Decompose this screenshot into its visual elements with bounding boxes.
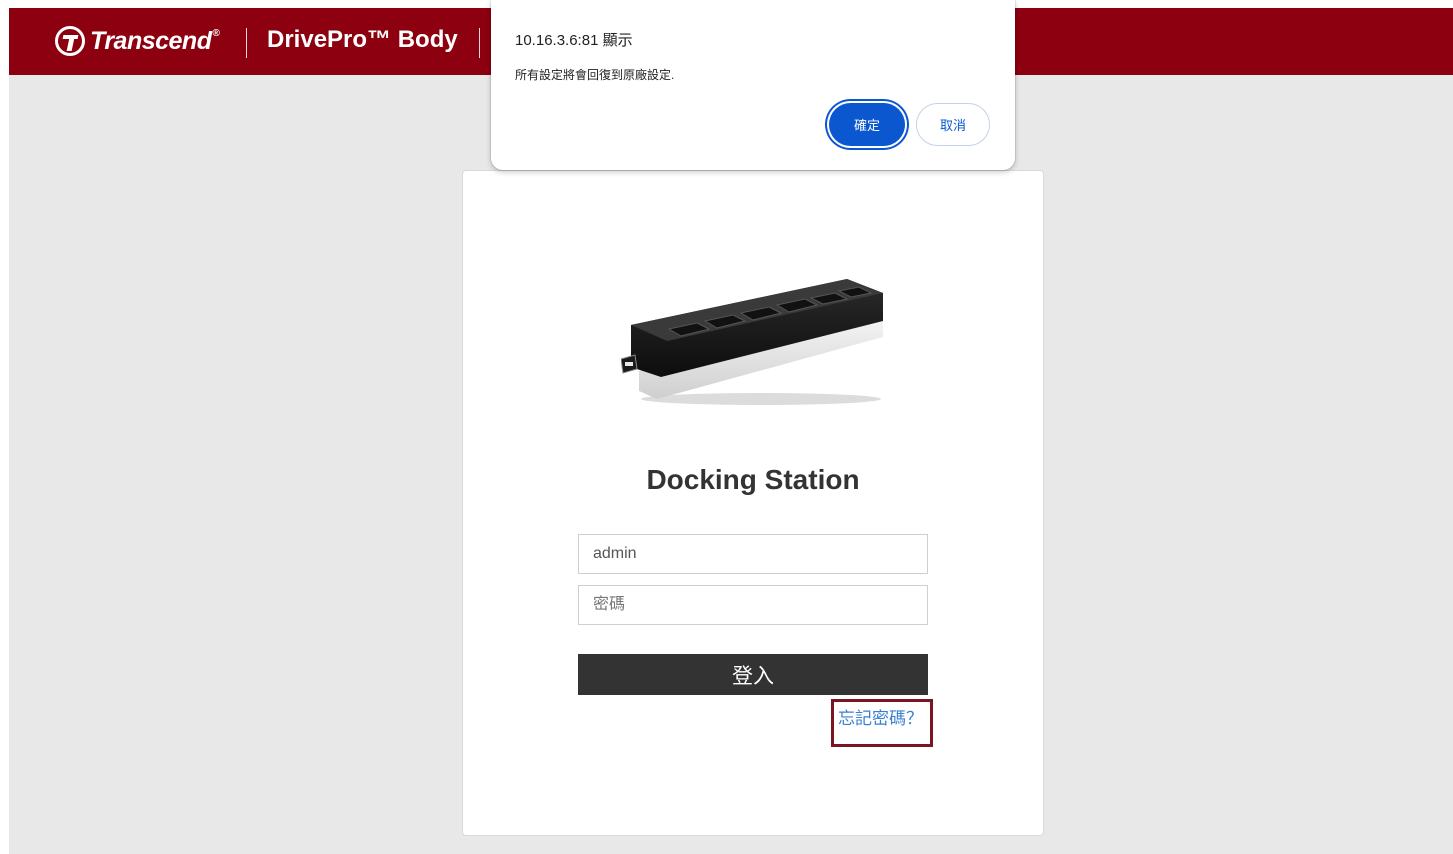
header-divider	[479, 28, 480, 58]
header-divider	[246, 28, 247, 58]
brand-name: Transcend	[90, 26, 212, 55]
confirm-dialog: 10.16.3.6:81 顯示 所有設定將會回復到原廠設定. 確定 取消	[491, 0, 1015, 170]
docking-station-image	[621, 279, 883, 405]
login-card: Docking Station 登入 忘記密碼？	[462, 170, 1044, 836]
device-title: Docking Station	[646, 464, 860, 495]
dialog-message: 所有設定將會回復到原廠設定.	[515, 68, 675, 82]
ok-button[interactable]: 確定	[829, 103, 905, 146]
transcend-logo-icon	[55, 26, 85, 56]
cancel-button[interactable]: 取消	[916, 103, 990, 146]
dialog-origin: 10.16.3.6:81 顯示	[515, 32, 633, 49]
forgot-password-link[interactable]: 忘記密碼？	[838, 704, 923, 729]
registered-mark: ®	[212, 27, 220, 39]
password-field[interactable]	[578, 585, 928, 625]
product-title: DrivePro™ Body	[267, 26, 458, 53]
login-button[interactable]: 登入	[578, 654, 928, 695]
username-field[interactable]	[578, 534, 928, 574]
transcend-logo: Transcend ®	[55, 23, 220, 59]
